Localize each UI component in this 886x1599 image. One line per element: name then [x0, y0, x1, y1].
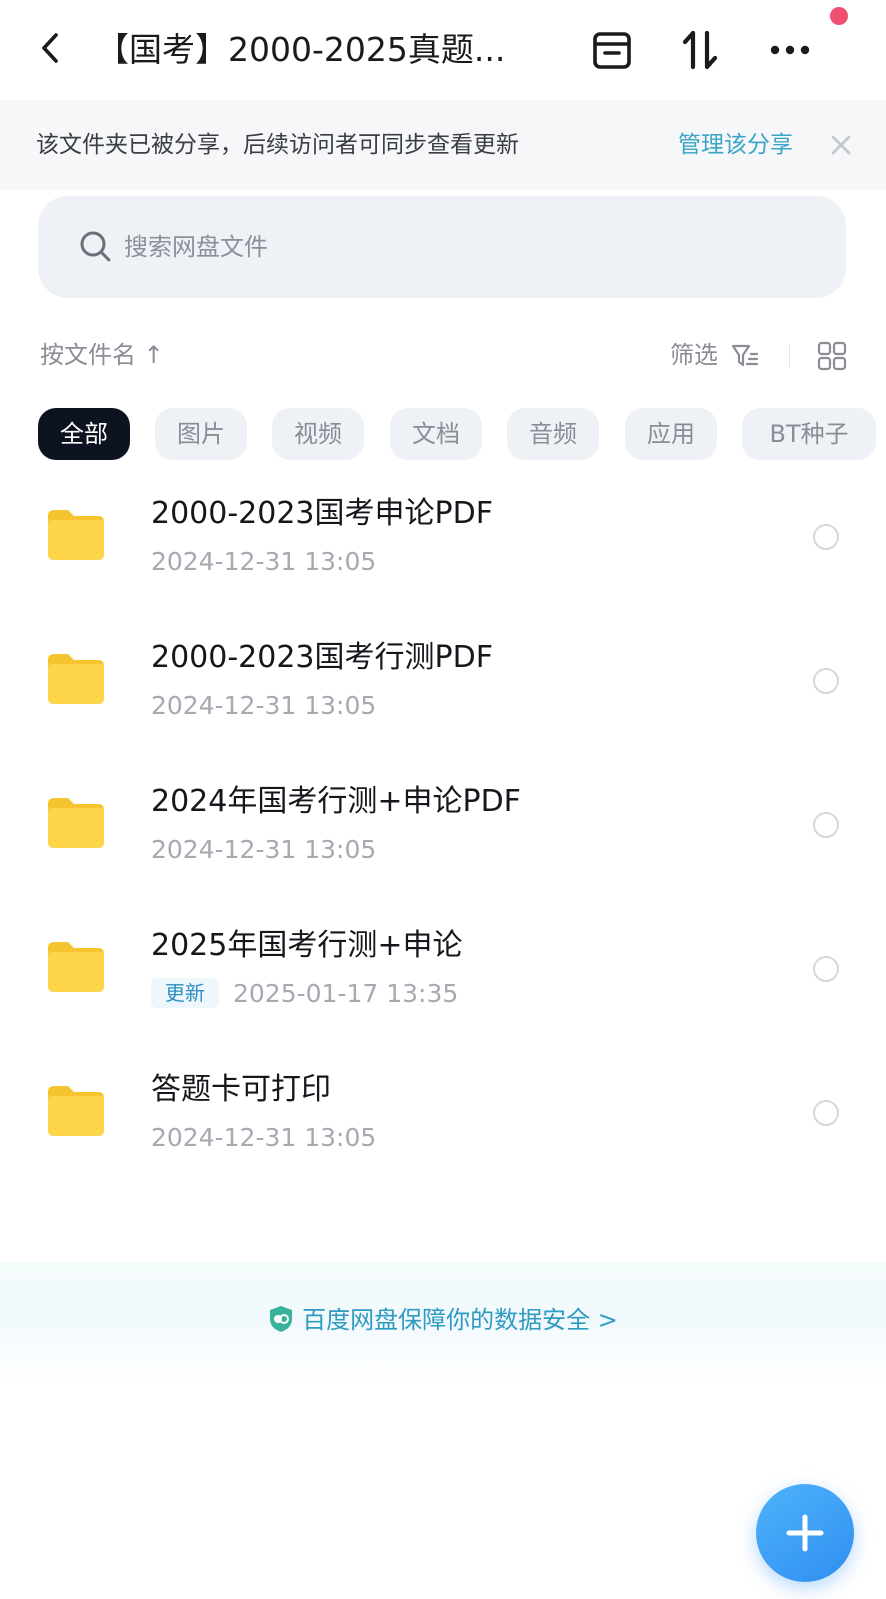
file-date: 2024-12-31 13:05 — [151, 1123, 377, 1152]
file-name: 2000-2023国考申论PDF — [151, 496, 493, 531]
divider — [789, 344, 790, 368]
file-name: 2000-2023国考行测PDF — [151, 640, 493, 675]
sort-bar: 按文件名 ↑ 筛选 — [0, 330, 886, 380]
filter-button[interactable]: 筛选 — [670, 340, 718, 370]
chevron-left-icon — [42, 33, 58, 63]
grid-view-icon[interactable] — [816, 340, 848, 372]
close-banner-button[interactable] — [826, 130, 856, 160]
file-name: 2024年国考行测+申论PDF — [151, 784, 521, 819]
chip-audio[interactable]: 音频 — [507, 408, 599, 460]
chip-bt-torrent[interactable]: BT种子 — [742, 408, 876, 460]
category-tabs: 全部 图片 视频 文档 音频 应用 BT种子 — [38, 408, 886, 460]
transfer-icon — [682, 30, 718, 70]
notification-dot — [830, 7, 848, 25]
close-icon — [831, 135, 851, 155]
select-radio[interactable] — [813, 1100, 839, 1126]
select-radio[interactable] — [813, 956, 839, 982]
folder-icon — [48, 798, 104, 848]
chip-all[interactable]: 全部 — [38, 408, 130, 460]
select-radio[interactable] — [813, 524, 839, 550]
file-row[interactable]: 2025年国考行测+申论 更新 2025-01-17 13:35 — [0, 902, 886, 1048]
file-row[interactable]: 2000-2023国考申论PDF 2024-12-31 13:05 — [0, 470, 886, 616]
sort-by-name-button[interactable]: 按文件名 ↑ — [40, 340, 164, 370]
more-button[interactable] — [766, 26, 814, 74]
chevron-right-icon: > — [597, 1306, 618, 1334]
search-bar — [38, 196, 846, 298]
top-bar: 【国考】2000-2025真题... — [0, 0, 886, 100]
chip-apps[interactable]: 应用 — [625, 408, 717, 460]
folder-icon — [48, 654, 104, 704]
archive-button[interactable] — [588, 26, 636, 74]
security-banner: 百度网盘保障你的数据安全 > — [0, 1262, 886, 1382]
search-icon — [80, 231, 111, 262]
update-badge: 更新 — [151, 978, 219, 1008]
file-meta: 更新 2025-01-17 13:35 — [151, 976, 458, 1012]
archive-icon — [593, 32, 631, 69]
page-title: 【国考】2000-2025真题... — [96, 30, 506, 69]
file-date: 2025-01-17 13:35 — [233, 979, 459, 1008]
select-radio[interactable] — [813, 812, 839, 838]
file-date: 2024-12-31 13:05 — [151, 691, 377, 720]
share-banner-text: 该文件夹已被分享，后续访问者可同步查看更新 — [36, 132, 519, 158]
back-button[interactable] — [30, 28, 70, 68]
file-row[interactable]: 答题卡可打印 2024-12-31 13:05 — [0, 1046, 886, 1192]
file-date: 2024-12-31 13:05 — [151, 835, 377, 864]
chip-videos[interactable]: 视频 — [272, 408, 364, 460]
more-icon — [770, 45, 810, 55]
select-radio[interactable] — [813, 668, 839, 694]
file-date: 2024-12-31 13:05 — [151, 547, 377, 576]
file-row[interactable]: 2024年国考行测+申论PDF 2024-12-31 13:05 — [0, 758, 886, 904]
folder-icon — [48, 510, 104, 560]
folder-icon — [48, 1086, 104, 1136]
add-button[interactable] — [756, 1484, 854, 1582]
plus-icon — [786, 1514, 824, 1552]
chip-documents[interactable]: 文档 — [390, 408, 482, 460]
file-name: 答题卡可打印 — [151, 1072, 331, 1107]
folder-icon — [48, 942, 104, 992]
security-link[interactable]: 百度网盘保障你的数据安全 > — [0, 1302, 886, 1338]
security-text: 百度网盘保障你的数据安全 — [302, 1306, 591, 1334]
share-banner: 该文件夹已被分享，后续访问者可同步查看更新 管理该分享 — [0, 100, 886, 190]
search-input[interactable] — [124, 220, 804, 274]
transfer-button[interactable] — [676, 26, 724, 74]
file-row[interactable]: 2000-2023国考行测PDF 2024-12-31 13:05 — [0, 614, 886, 760]
filter-icon — [731, 344, 759, 367]
manage-share-link[interactable]: 管理该分享 — [678, 130, 793, 160]
chip-images[interactable]: 图片 — [155, 408, 247, 460]
file-name: 2025年国考行测+申论 — [151, 928, 463, 963]
shield-icon — [270, 1306, 293, 1332]
